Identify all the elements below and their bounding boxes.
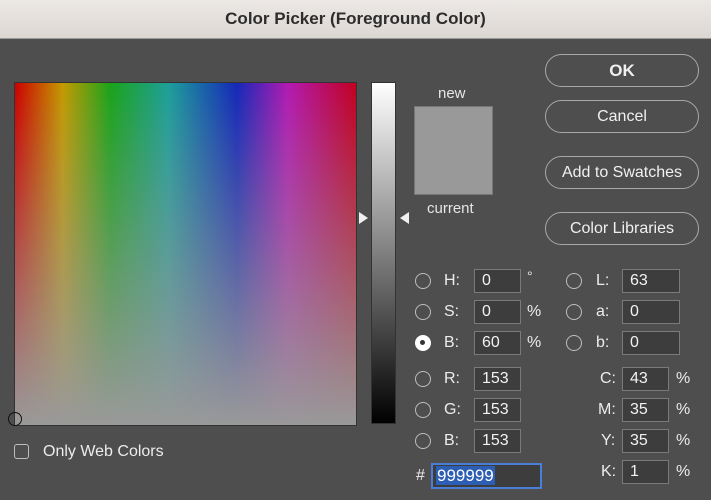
brightness-slider[interactable] — [371, 82, 396, 424]
m-unit: % — [676, 401, 691, 418]
rgb-b-label: B: — [444, 432, 460, 449]
b-label: B: — [444, 334, 460, 351]
r-input[interactable]: 153 — [474, 367, 521, 391]
slider-left-arrow-icon[interactable] — [359, 212, 368, 224]
rgb-b-input[interactable]: 153 — [474, 429, 521, 453]
g-radio[interactable] — [415, 402, 431, 418]
l-input[interactable]: 63 — [622, 269, 680, 293]
l-radio[interactable] — [566, 273, 582, 289]
y-unit: % — [676, 432, 691, 449]
rgb-b-radio[interactable] — [415, 433, 431, 449]
g-label: G: — [444, 401, 461, 418]
hex-value-selected: 999999 — [436, 466, 495, 485]
title-bar: Color Picker (Foreground Color) — [0, 0, 711, 39]
r-label: R: — [444, 370, 460, 387]
b-input[interactable]: 60 — [474, 331, 521, 355]
hex-label: # — [416, 467, 425, 484]
lab-b-label: b: — [596, 334, 610, 351]
color-field-marker[interactable] — [8, 412, 22, 426]
slider-right-arrow-icon[interactable] — [400, 212, 409, 224]
c-unit: % — [676, 370, 691, 387]
k-unit: % — [676, 463, 691, 480]
hex-input[interactable]: 999999 — [431, 463, 542, 489]
color-field[interactable] — [14, 82, 357, 426]
m-label: M: — [598, 401, 616, 418]
only-web-colors-label: Only Web Colors — [43, 443, 164, 460]
cancel-button[interactable]: Cancel — [545, 100, 699, 133]
s-radio[interactable] — [415, 304, 431, 320]
window-title: Color Picker (Foreground Color) — [225, 9, 486, 28]
s-label: S: — [444, 303, 460, 320]
new-label: new — [438, 85, 466, 102]
add-to-swatches-button[interactable]: Add to Swatches — [545, 156, 699, 189]
c-label: C: — [600, 370, 616, 387]
color-preview-swatch — [414, 106, 493, 195]
a-label: a: — [596, 303, 610, 320]
k-label: K: — [601, 463, 617, 480]
l-label: L: — [596, 272, 610, 289]
ok-button[interactable]: OK — [545, 54, 699, 87]
only-web-colors-checkbox[interactable] — [14, 444, 29, 459]
lab-b-radio[interactable] — [566, 335, 582, 351]
h-input[interactable]: 0 — [474, 269, 521, 293]
b-unit: % — [527, 334, 542, 351]
y-input[interactable]: 35 — [622, 429, 669, 453]
c-input[interactable]: 43 — [622, 367, 669, 391]
h-unit: ° — [527, 268, 533, 284]
r-radio[interactable] — [415, 371, 431, 387]
lab-b-input[interactable]: 0 — [622, 331, 680, 355]
y-label: Y: — [601, 432, 616, 449]
s-input[interactable]: 0 — [474, 300, 521, 324]
g-input[interactable]: 153 — [474, 398, 521, 422]
m-input[interactable]: 35 — [622, 398, 669, 422]
a-input[interactable]: 0 — [622, 300, 680, 324]
a-radio[interactable] — [566, 304, 582, 320]
s-unit: % — [527, 303, 542, 320]
h-radio[interactable] — [415, 273, 431, 289]
color-libraries-button[interactable]: Color Libraries — [545, 212, 699, 245]
current-label: current — [427, 200, 474, 217]
h-label: H: — [444, 272, 460, 289]
k-input[interactable]: 1 — [622, 460, 669, 484]
b-radio[interactable] — [415, 335, 431, 351]
